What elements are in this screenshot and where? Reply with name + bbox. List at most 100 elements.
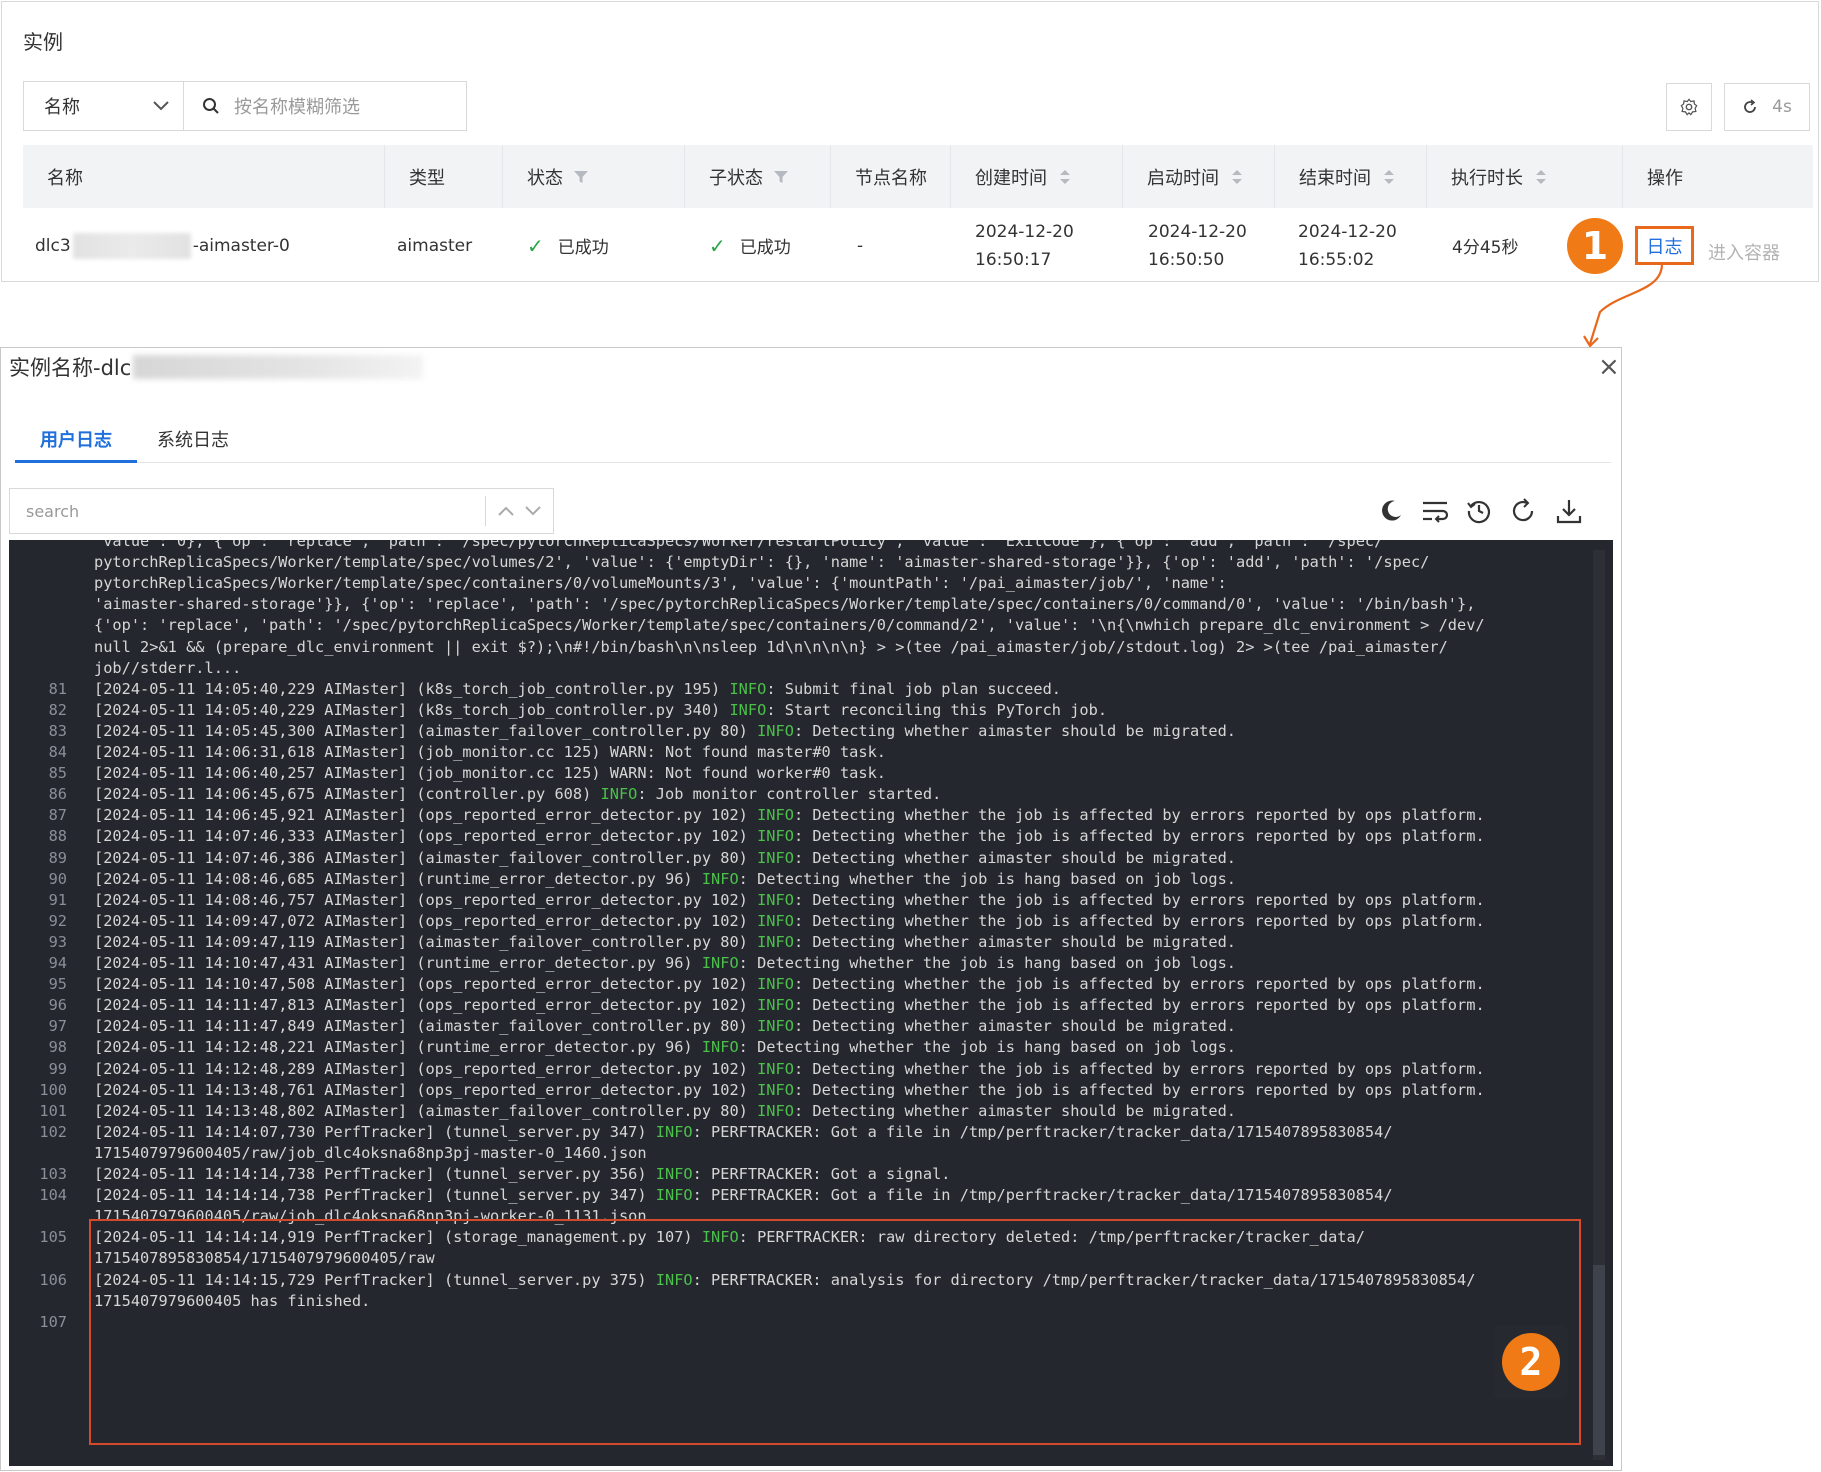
log-line-text: 'aimaster-shared-storage'}}, {'op': 'rep… — [94, 595, 1476, 614]
refresh-icon — [1744, 99, 1757, 113]
log-line-text: [2024-05-11 14:10:47,508 AIMaster] (ops_… — [94, 975, 1485, 993]
name-search-input[interactable]: 按名称模糊筛选 — [184, 82, 466, 130]
col-substatus[interactable]: 子状态 — [685, 145, 831, 208]
col-actions: 操作 — [1647, 167, 1683, 189]
sort-icon[interactable] — [1383, 169, 1395, 185]
cell-substatus: ✓ 已成功 — [709, 233, 791, 259]
cell-created: 2024-12-20 16:50:17 — [975, 221, 1074, 270]
log-line-number: 98 — [48, 1038, 67, 1057]
log-line-body: [2024-05-11 14:08:46,757 AIMaster] (ops_… — [94, 890, 758, 909]
log-line-message: : Detecting whether the job is affected … — [793, 975, 1485, 994]
log-line-number: 89 — [48, 848, 67, 867]
log-level-info: INFO — [701, 1038, 739, 1057]
log-line-body: [2024-05-11 14:11:47,849 AIMaster] (aima… — [94, 1017, 758, 1036]
search-icon — [203, 98, 219, 114]
tab-user-log[interactable]: 用户日志 — [15, 418, 137, 463]
chevron-down-icon — [153, 101, 169, 111]
redacted-blur — [72, 232, 191, 259]
log-line-body: [2024-05-11 14:13:48,802 AIMaster] (aima… — [94, 1101, 758, 1120]
log-level-info: INFO — [757, 721, 794, 740]
filter-icon[interactable] — [773, 169, 789, 185]
log-line-text: [2024-05-11 14:05:40,229 AIMaster] (k8s_… — [94, 680, 1061, 698]
check-icon: ✓ — [527, 233, 544, 258]
log-line-text: [2024-05-11 14:05:40,229 AIMaster] (k8s_… — [94, 701, 1107, 719]
log-level-info: INFO — [757, 996, 794, 1015]
log-line-message: : PERFTRACKER: Got a signal. — [692, 1165, 951, 1183]
callout-marker-2: 2 — [1502, 1333, 1560, 1391]
log-line-number: 85 — [48, 764, 67, 783]
history-icon[interactable] — [1461, 493, 1497, 529]
log-line-message: : Detecting whether aimaster should be m… — [793, 1017, 1236, 1036]
log-tabs: 用户日志 系统日志 — [15, 418, 1611, 463]
dark-mode-icon[interactable] — [1373, 493, 1409, 529]
log-line-body: 1715407979600405/raw/job_dlc4oksna68np3p… — [94, 1143, 647, 1162]
log-line-number: 90 — [48, 869, 67, 888]
log-search-input[interactable]: search — [9, 488, 554, 534]
log-line-text: 1715407979600405/raw/job_dlc4oksna68np3p… — [94, 1144, 647, 1162]
log-level-info: INFO — [757, 890, 794, 909]
col-ended[interactable]: 结束时间 — [1275, 145, 1427, 208]
col-created[interactable]: 创建时间 — [951, 145, 1123, 208]
cell-started: 2024-12-20 16:50:50 — [1148, 221, 1247, 270]
log-line-number: 97 — [48, 1017, 67, 1036]
settings-button[interactable] — [1666, 83, 1712, 131]
chevron-down-icon[interactable] — [525, 506, 541, 516]
log-line-number: 101 — [39, 1101, 67, 1120]
refresh-interval: 4s — [1772, 97, 1792, 117]
highlight-box — [89, 1219, 1581, 1445]
log-line-text: [2024-05-11 14:14:14,738 PerfTracker] (t… — [94, 1165, 951, 1183]
col-type: 类型 — [385, 145, 503, 208]
log-line-number: 99 — [48, 1059, 67, 1078]
sort-icon[interactable] — [1059, 169, 1071, 185]
log-level-info: INFO — [701, 869, 739, 888]
cell-duration: 4分45秒 — [1452, 238, 1519, 258]
tab-system-log[interactable]: 系统日志 — [157, 418, 229, 463]
log-line-body: [2024-05-11 14:05:40,229 AIMaster] (k8s_… — [94, 700, 730, 719]
log-level-info: INFO — [729, 679, 767, 698]
log-line-text: [2024-05-11 14:06:45,921 AIMaster] (ops_… — [94, 806, 1485, 824]
log-line-message: : Detecting whether the job is affected … — [793, 911, 1485, 930]
log-level-info: INFO — [757, 1080, 794, 1099]
scrollbar-thumb[interactable] — [1593, 1265, 1605, 1455]
log-line-message: : Detecting whether the job is affected … — [793, 806, 1485, 825]
log-level-info: INFO — [757, 827, 794, 846]
log-line-message: : Detecting whether the job is hang base… — [738, 954, 1236, 972]
log-level-info: INFO — [655, 1122, 693, 1141]
log-line-number: 87 — [48, 806, 67, 825]
refresh-icon[interactable] — [1505, 493, 1541, 529]
log-console[interactable]: 'value': 0}, {'op': 'replace', 'path': '… — [9, 540, 1613, 1466]
log-line-number: 96 — [48, 996, 67, 1015]
filter-field-select[interactable]: 名称 — [24, 82, 184, 130]
log-line-text: [2024-05-11 14:07:46,333 AIMaster] (ops_… — [94, 827, 1485, 845]
col-duration[interactable]: 执行时长 — [1427, 145, 1623, 208]
log-line-message: : Detecting whether the job is affected … — [793, 996, 1485, 1015]
log-line-body: [2024-05-11 14:07:46,333 AIMaster] (ops_… — [94, 827, 758, 846]
filter-icon[interactable] — [573, 169, 589, 185]
refresh-button[interactable]: 4s — [1724, 83, 1810, 131]
check-icon: ✓ — [709, 233, 726, 258]
download-icon[interactable] — [1551, 493, 1587, 529]
log-level-info: INFO — [757, 1017, 794, 1036]
log-line-number: 84 — [48, 743, 67, 761]
col-name: 名称 — [23, 145, 385, 208]
log-line-number: 86 — [48, 785, 67, 804]
log-line-body: [2024-05-11 14:05:45,300 AIMaster] (aima… — [94, 721, 758, 740]
chevron-up-icon[interactable] — [498, 506, 514, 516]
log-line-text: [2024-05-11 14:14:14,738 PerfTracker] (t… — [94, 1186, 1393, 1204]
search-placeholder: 按名称模糊筛选 — [234, 97, 360, 118]
log-line-number: 107 — [39, 1312, 67, 1331]
col-status[interactable]: 状态 — [503, 145, 685, 208]
enter-container-link[interactable]: 进入容器 — [1708, 239, 1780, 265]
log-line-message: : Detecting whether the job is hang base… — [738, 869, 1236, 888]
col-node: 节点名称 — [831, 145, 951, 208]
log-link[interactable]: 日志 — [1635, 226, 1694, 265]
log-line-body: [2024-05-11 14:06:31,618 AIMaster] (job_… — [94, 743, 887, 761]
sort-icon[interactable] — [1535, 169, 1547, 185]
close-icon[interactable]: × — [1598, 352, 1620, 382]
log-line-text: [2024-05-11 14:14:07,730 PerfTracker] (t… — [94, 1123, 1393, 1141]
col-started[interactable]: 启动时间 — [1123, 145, 1275, 208]
wrap-lines-icon[interactable] — [1417, 493, 1453, 529]
log-line-body: [2024-05-11 14:06:45,675 AIMaster] (cont… — [94, 785, 601, 804]
sort-icon[interactable] — [1231, 169, 1243, 185]
log-line-body: [2024-05-11 14:07:46,386 AIMaster] (aima… — [94, 848, 758, 867]
